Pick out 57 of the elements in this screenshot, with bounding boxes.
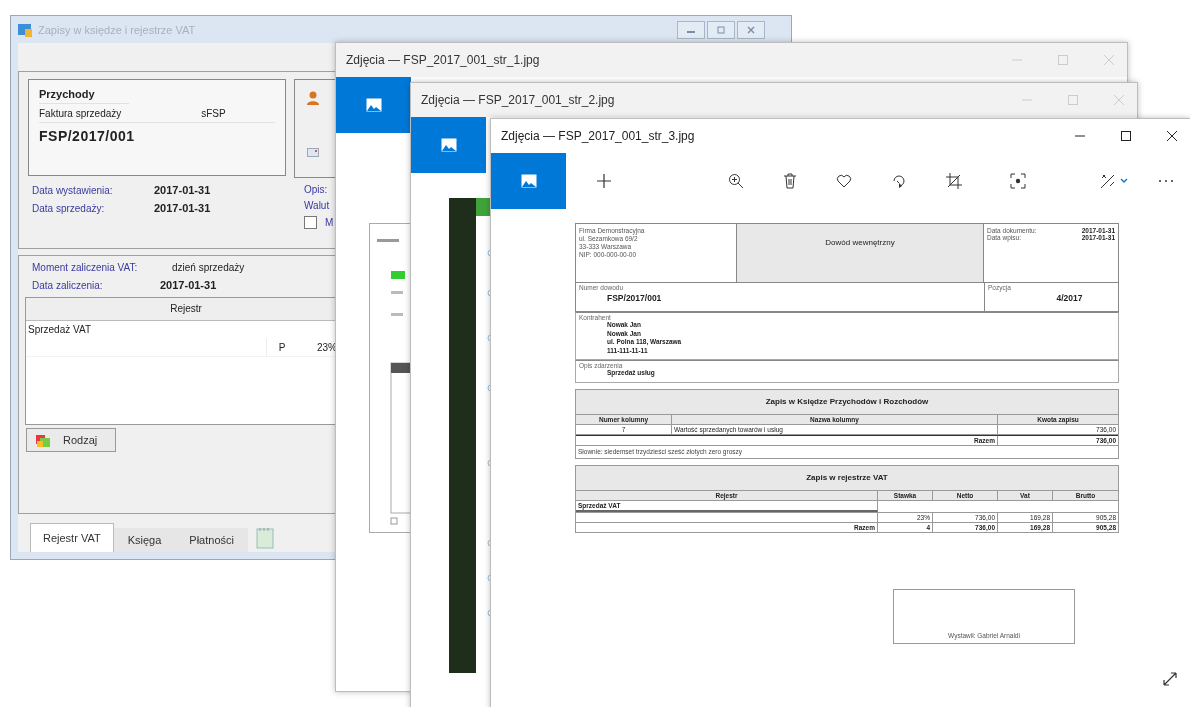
checkbox-label: M — [325, 217, 334, 228]
delete-icon[interactable] — [783, 173, 797, 189]
document-number: FSP/2017/001 — [39, 128, 136, 144]
document-type: Faktura sprzedaży — [39, 108, 122, 119]
more-icon[interactable] — [1158, 179, 1174, 183]
field-label: Opis: — [304, 184, 329, 195]
image-icon — [365, 98, 382, 112]
document-title: Dowód wewnętrzny — [736, 224, 984, 282]
field-value: dzień sprzedaży — [172, 262, 245, 273]
document-number: FSP/2017/001 — [606, 293, 663, 303]
minimize-button[interactable] — [677, 20, 705, 39]
document-series: sFSP — [201, 108, 226, 119]
table-cell-text: P — [277, 341, 287, 353]
window-title: Zdjęcia — FSP_2017_001_str_2.jpg — [421, 93, 615, 107]
heart-icon[interactable] — [836, 174, 852, 188]
field-label: Data wystawienia: — [32, 185, 114, 196]
photos-app-tile[interactable] — [491, 153, 566, 209]
document-category: Przychody — [39, 88, 129, 104]
add-icon[interactable] — [596, 173, 612, 189]
tab[interactable]: Płatności — [175, 528, 248, 552]
field-label: Data zaliczenia: — [32, 280, 104, 291]
image-icon — [440, 138, 457, 152]
rotate-icon[interactable] — [891, 173, 907, 189]
close-icon — [746, 24, 756, 35]
tab[interactable]: Rejestr VAT — [30, 523, 114, 552]
table-cell-text: 23% — [316, 341, 337, 353]
maximize-button[interactable] — [1120, 130, 1132, 142]
resize-icon[interactable] — [1162, 671, 1178, 687]
zoom-in-icon[interactable] — [728, 173, 744, 189]
folder-icon — [35, 432, 51, 448]
photos-app-tile[interactable] — [336, 77, 411, 133]
image-icon — [520, 174, 537, 188]
checkbox[interactable] — [304, 216, 317, 229]
date-value: 2017-01-31 — [160, 279, 217, 291]
edit-icon[interactable] — [1100, 173, 1128, 189]
app-icon — [17, 21, 33, 38]
field-label: Moment zaliczenia VAT: — [32, 262, 139, 273]
maximize-icon — [716, 24, 726, 35]
position-value: 4/2017 — [1055, 293, 1084, 303]
photos-app-tile[interactable] — [411, 117, 486, 173]
enhance-icon[interactable] — [1010, 173, 1026, 189]
type-button[interactable]: Rodzaj — [26, 428, 116, 452]
field-label: Data sprzedaży: — [32, 203, 106, 214]
window-title: Zdjęcia — FSP_2017_001_str_1.jpg — [346, 53, 540, 67]
close-button[interactable] — [1166, 130, 1178, 142]
crop-icon[interactable] — [946, 173, 962, 189]
card-icon — [307, 148, 319, 157]
tab[interactable]: Księga — [113, 528, 176, 552]
section-title: Zapis w Księdze Przychodów i Rozchodów — [576, 389, 1118, 415]
date-value: 2017-01-31 — [154, 202, 211, 214]
section-title: Zapis w rejestrze VAT — [576, 465, 1118, 491]
table-cell-text: Sprzedaż VAT — [27, 323, 92, 337]
window-title: Zdjęcia — FSP_2017_001_str_3.jpg — [501, 129, 695, 143]
person-icon — [306, 90, 320, 106]
minimize-icon — [687, 31, 695, 33]
date-value: 2017-01-31 — [154, 184, 211, 196]
field-label: Walut — [304, 200, 331, 211]
